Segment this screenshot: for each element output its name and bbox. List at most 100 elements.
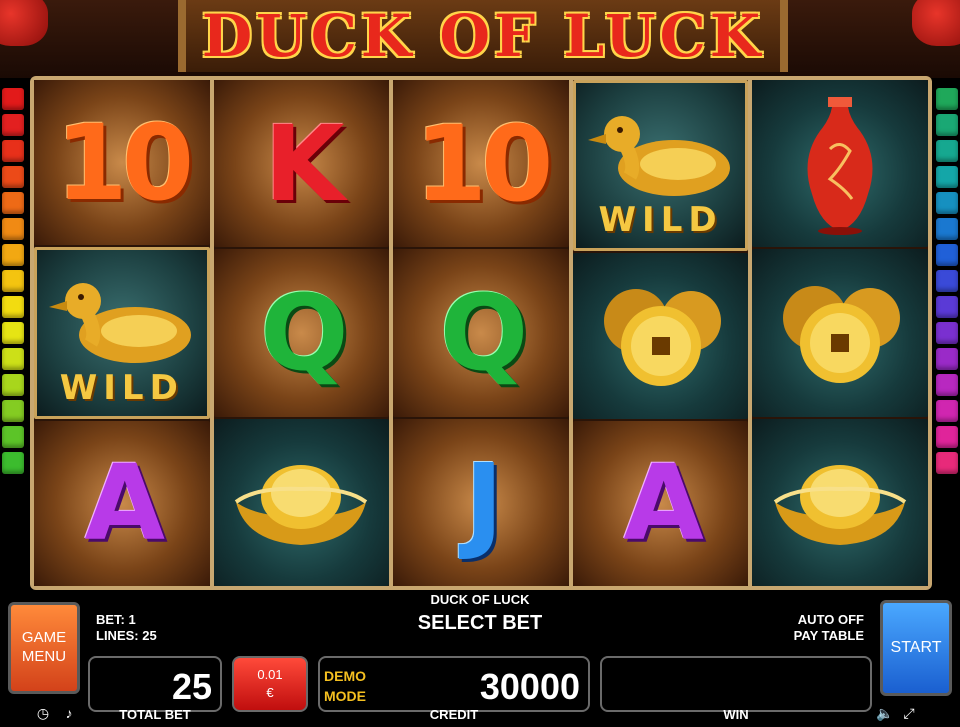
game-title: DUCK OF LUCK: [201, 2, 765, 70]
symbol-10-glyph: 10: [414, 102, 554, 225]
symbol-10-glyph: 10: [55, 101, 194, 224]
payline-indicator: [936, 166, 958, 188]
red-vase-icon: [807, 96, 873, 235]
paylines-indicator-left: [2, 88, 24, 588]
currency-symbol: €: [266, 685, 274, 700]
credit-display: DEMO MODE 30000: [318, 656, 590, 712]
payline-indicator: [936, 140, 958, 162]
payline-indicator: [2, 296, 24, 318]
credit-value: 30000: [479, 666, 580, 707]
reel-symbol-wild-duck: WILD: [34, 247, 210, 419]
payline-indicator: [936, 400, 958, 422]
payline-indicator: [936, 244, 958, 266]
reel-4: WILD A: [572, 80, 749, 586]
payline-indicator: [2, 114, 24, 136]
golden-duck-icon: [587, 115, 730, 196]
paylines-indicator-right: [936, 88, 958, 588]
title-plaque: DUCK OF LUCK: [178, 0, 788, 72]
total-bet-value: 25: [171, 666, 212, 707]
start-button[interactable]: START: [880, 600, 952, 696]
payline-indicator: [936, 374, 958, 396]
sound-icon[interactable]: 🔈: [876, 704, 894, 722]
payline-indicator: [936, 114, 958, 136]
reel-symbol-a: A: [34, 420, 210, 586]
reel-symbol-q: Q: [393, 249, 569, 417]
reel-symbol-wild-duck: WILD: [572, 80, 749, 252]
payline-indicator: [936, 322, 958, 344]
payline-indicator: [2, 88, 24, 110]
game-header: DUCK OF LUCK: [0, 0, 960, 78]
symbol-q-glyph: Q: [439, 271, 528, 394]
reel-symbol-coins: [572, 253, 749, 419]
reel-symbol-gold-ingot: [752, 418, 928, 586]
game-name: DUCK OF LUCK: [430, 592, 530, 607]
payline-indicator: [936, 426, 958, 448]
payline-indicator: [936, 270, 958, 292]
symbol-j-glyph: J: [464, 441, 504, 564]
reel-area: 10 WILD A K Q 10 Q J WILD A: [34, 80, 928, 586]
payline-indicator: [936, 218, 958, 240]
wild-label: WILD: [59, 367, 184, 408]
win-display: [600, 656, 872, 712]
fullscreen-icon[interactable]: ⤢: [900, 704, 918, 722]
payline-indicator: [936, 348, 958, 370]
pay-table-link[interactable]: PAY TABLE: [794, 628, 864, 643]
payline-indicator: [936, 88, 958, 110]
reel-frame: 10 WILD A K Q 10 Q J WILD A: [30, 76, 932, 590]
payline-indicator: [2, 218, 24, 240]
payline-indicator: [2, 140, 24, 162]
payline-indicator: [2, 374, 24, 396]
payline-indicator: [2, 270, 24, 292]
game-menu-button[interactable]: GAME MENU: [8, 602, 80, 694]
reel-symbol-q: Q: [213, 249, 390, 417]
demo-mode-label: DEMO MODE: [324, 668, 366, 705]
payline-indicator: [936, 452, 958, 474]
reel-5: [752, 80, 928, 586]
reel-symbol-j: J: [393, 418, 569, 586]
payline-indicator: [2, 192, 24, 214]
reel-symbol-a: A: [572, 420, 749, 586]
payline-indicator: [2, 400, 24, 422]
reel-symbol-vase: [752, 80, 928, 248]
music-note-icon[interactable]: ♪: [60, 704, 78, 722]
reel-symbol-gold-ingot: [213, 418, 390, 586]
payline-indicator: [2, 166, 24, 188]
payline-indicator: [2, 322, 24, 344]
payline-indicator: [936, 296, 958, 318]
bet-info: BET: 1: [96, 612, 136, 627]
payline-indicator: [2, 452, 24, 474]
reel-symbol-10: 10: [34, 80, 210, 246]
clock-icon[interactable]: ◷: [34, 704, 52, 722]
lines-info: LINES: 25: [96, 628, 157, 643]
reel-3: 10 Q J: [393, 80, 569, 586]
reel-symbol-coins: [752, 249, 928, 417]
gold-coins-icon: [603, 288, 721, 386]
payline-indicator: [2, 348, 24, 370]
payline-indicator: [936, 192, 958, 214]
symbol-a-glyph: A: [84, 442, 165, 565]
gold-ingot-icon: [773, 465, 907, 546]
reel-2: K Q: [213, 80, 390, 586]
symbol-q-glyph: Q: [260, 271, 348, 394]
symbol-k-glyph: K: [264, 102, 345, 225]
wild-label: WILD: [598, 200, 723, 241]
golden-duck-icon: [48, 283, 191, 364]
symbol-a-glyph: A: [623, 442, 703, 565]
red-lantern-icon: [912, 0, 960, 46]
reel-symbol-10: 10: [393, 80, 569, 248]
payline-indicator: [2, 244, 24, 266]
reel-1: 10 WILD A: [34, 80, 210, 586]
gold-ingot-icon: [235, 465, 368, 546]
gold-coins-icon: [783, 285, 901, 383]
win-label: WIN: [723, 707, 749, 722]
total-bet-display: 25: [88, 656, 222, 712]
reel-symbol-k: K: [213, 80, 390, 248]
status-message: SELECT BET: [417, 612, 543, 634]
red-lantern-icon: [0, 0, 48, 46]
coin-value: 0.01: [257, 666, 283, 682]
coin-value-button[interactable]: 0.01 €: [232, 656, 308, 712]
payline-indicator: [2, 426, 24, 448]
credit-label: CREDIT: [429, 707, 479, 722]
total-bet-label: TOTAL BET: [119, 707, 191, 722]
auto-toggle[interactable]: AUTO OFF: [798, 612, 864, 627]
